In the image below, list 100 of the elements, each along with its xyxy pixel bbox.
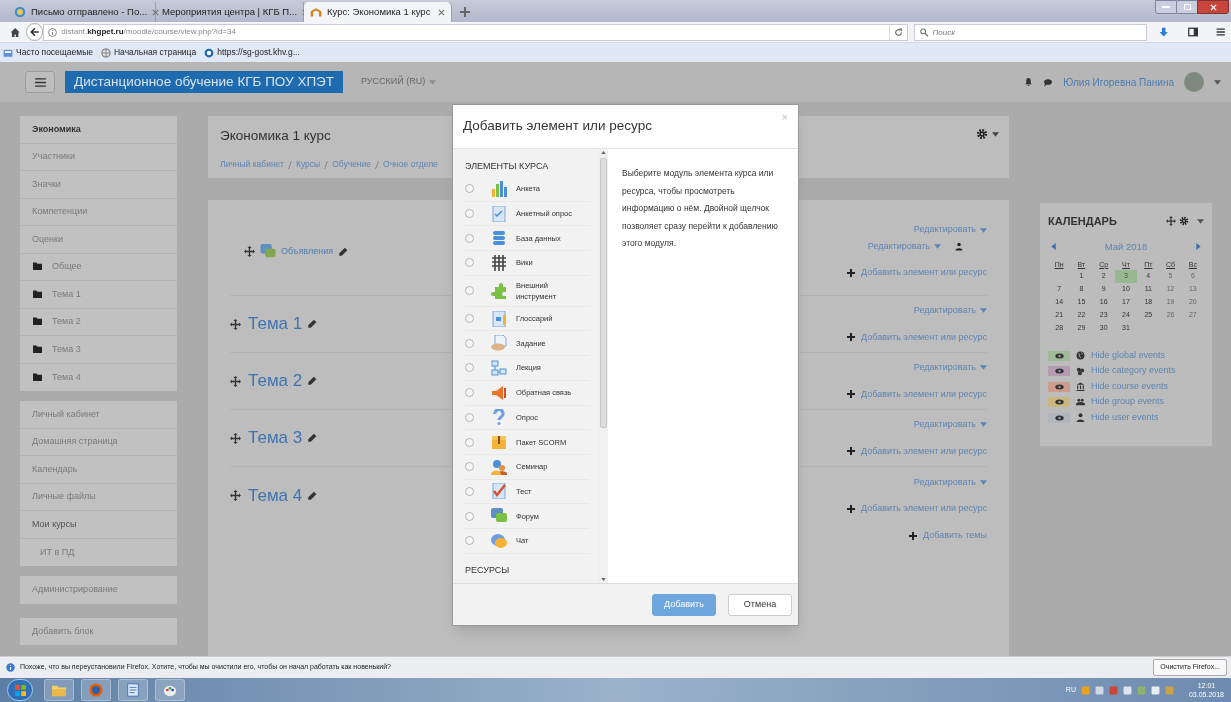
event-filter-link[interactable]: Hide course events <box>1091 379 1169 394</box>
home-icon[interactable] <box>10 26 21 38</box>
back-button[interactable] <box>26 23 44 41</box>
edit-menu[interactable]: Редактировать <box>913 418 987 432</box>
edit-menu[interactable]: Редактировать <box>913 223 987 237</box>
breadcrumb-link[interactable]: Личный кабинет <box>220 158 284 171</box>
user-name[interactable]: Юлия Игоревна Панина <box>1063 74 1174 90</box>
pencil-icon[interactable] <box>307 376 318 386</box>
taskbar-button[interactable] <box>155 679 185 701</box>
move-icon[interactable] <box>244 246 255 257</box>
reload-icon[interactable] <box>894 27 904 37</box>
pencil-icon[interactable] <box>307 319 318 329</box>
close-icon[interactable] <box>152 8 160 16</box>
close-button[interactable]: × <box>781 109 788 126</box>
add-button[interactable]: Добавить <box>652 593 716 616</box>
radio-button[interactable] <box>465 286 474 296</box>
settings-icon[interactable] <box>976 128 988 140</box>
add-sections-link[interactable]: Добавить темы <box>909 529 987 543</box>
edit-menu[interactable]: Редактировать <box>913 361 987 375</box>
taskbar-button[interactable] <box>44 679 74 701</box>
sidebar-item[interactable]: Тема 4 <box>20 363 177 391</box>
radio-button[interactable] <box>465 363 474 373</box>
sidebar-item[interactable]: Домашняя страница <box>20 428 177 456</box>
sidebar-item[interactable]: Добавить блок <box>20 617 177 645</box>
breadcrumb-link[interactable]: Обучение <box>332 158 372 171</box>
next-month-icon[interactable] <box>1196 243 1201 251</box>
bell-icon[interactable] <box>1024 77 1034 87</box>
breadcrumb-link[interactable]: Очное отделе <box>383 158 438 171</box>
close-icon[interactable] <box>438 8 445 16</box>
brand-link[interactable]: Дистанционное обучение КГБ ПОУ ХПЭТ <box>65 71 344 93</box>
bookmark-link[interactable]: Начальная страница <box>113 46 197 59</box>
previous-month-icon[interactable] <box>1051 243 1056 251</box>
edit-menu[interactable]: Редактировать <box>867 239 987 254</box>
sidebar-item[interactable]: Общее <box>20 253 177 281</box>
sidebar-item[interactable]: Тема 3 <box>20 336 177 364</box>
event-filter-link[interactable]: Hide group events <box>1091 395 1165 409</box>
move-icon[interactable] <box>230 375 241 387</box>
event-color-swatch[interactable] <box>1048 350 1070 361</box>
event-color-swatch[interactable] <box>1048 412 1070 423</box>
cancel-button[interactable]: Отмена <box>728 593 792 616</box>
move-icon[interactable] <box>1166 216 1176 227</box>
move-icon[interactable] <box>230 318 241 330</box>
bookmark-link[interactable]: Часто посещаемые <box>16 46 93 59</box>
scroll-up-icon[interactable] <box>600 151 606 154</box>
radio-button[interactable] <box>465 412 474 422</box>
radio-button[interactable] <box>465 184 474 194</box>
radio-button[interactable] <box>465 536 474 546</box>
event-filter-link[interactable]: Hide category events <box>1091 364 1176 378</box>
pencil-icon[interactable] <box>307 433 318 443</box>
edit-menu[interactable]: Редактировать <box>913 304 987 318</box>
pencil-icon[interactable] <box>338 246 349 257</box>
start-button[interactable] <box>7 679 33 701</box>
settings-icon[interactable] <box>1179 216 1189 227</box>
event-filter-link[interactable]: Hide user events <box>1091 410 1159 425</box>
scrollbar[interactable] <box>598 149 608 583</box>
sidebar-item[interactable]: Участники <box>20 143 177 171</box>
menu-icon[interactable] <box>1215 27 1225 37</box>
sidebar-item[interactable]: Компетенции <box>20 198 177 226</box>
move-icon[interactable] <box>230 490 241 501</box>
pencil-icon[interactable] <box>307 490 318 501</box>
event-color-swatch[interactable] <box>1048 381 1070 392</box>
section-title[interactable]: Тема 3 <box>248 425 303 451</box>
sidebar-item[interactable]: Календарь <box>20 456 177 484</box>
add-activity-link[interactable]: Добавить элемент или ресурс <box>847 266 987 280</box>
radio-button[interactable] <box>465 486 474 496</box>
sidebar-item[interactable]: Тема 1 <box>20 281 177 309</box>
browser-tab[interactable]: Курс: Экономика 1 курс <box>304 2 452 22</box>
section-title[interactable]: Тема 4 <box>248 482 303 509</box>
sidebar-item[interactable]: Личный кабинет <box>20 401 177 429</box>
new-tab-icon[interactable] <box>460 7 470 17</box>
sidebar-item[interactable]: Экономика <box>20 116 177 144</box>
sidebar-item[interactable]: Значки <box>20 171 177 199</box>
move-icon[interactable] <box>230 432 241 444</box>
menu-button[interactable] <box>25 71 55 93</box>
taskbar-button[interactable] <box>81 679 111 701</box>
chat-icon[interactable] <box>1043 77 1054 87</box>
sidebar-item[interactable]: Оценки <box>20 226 177 254</box>
search-input[interactable]: Поиск <box>932 24 1141 40</box>
scroll-down-icon[interactable] <box>600 578 606 581</box>
add-activity-link[interactable]: Добавить элемент или ресурс <box>847 444 987 458</box>
sidebar-item[interactable]: Личные файлы <box>20 483 177 511</box>
radio-button[interactable] <box>465 437 474 447</box>
radio-button[interactable] <box>465 314 474 324</box>
sidebar-item[interactable]: Мои курсы <box>20 511 177 539</box>
section-title[interactable]: Тема 2 <box>248 368 303 394</box>
radio-button[interactable] <box>465 462 474 472</box>
sidebar-item[interactable]: Администрирование <box>20 576 177 604</box>
breadcrumb-link[interactable]: Курсы <box>295 158 321 171</box>
add-activity-link[interactable]: Добавить элемент или ресурс <box>847 330 987 344</box>
taskbar-button[interactable] <box>118 679 148 701</box>
event-color-swatch[interactable] <box>1048 366 1070 376</box>
edit-menu[interactable]: Редактировать <box>913 475 987 489</box>
radio-button[interactable] <box>465 209 474 219</box>
radio-button[interactable] <box>465 258 474 268</box>
sidebar-icon[interactable] <box>1187 27 1198 37</box>
restore-button[interactable] <box>1177 0 1197 14</box>
close-window-button[interactable] <box>1197 0 1229 14</box>
add-activity-link[interactable]: Добавить элемент или ресурс <box>847 502 987 516</box>
language-menu[interactable]: РУССКИЙ (RU) <box>361 75 437 89</box>
radio-button[interactable] <box>465 388 474 398</box>
